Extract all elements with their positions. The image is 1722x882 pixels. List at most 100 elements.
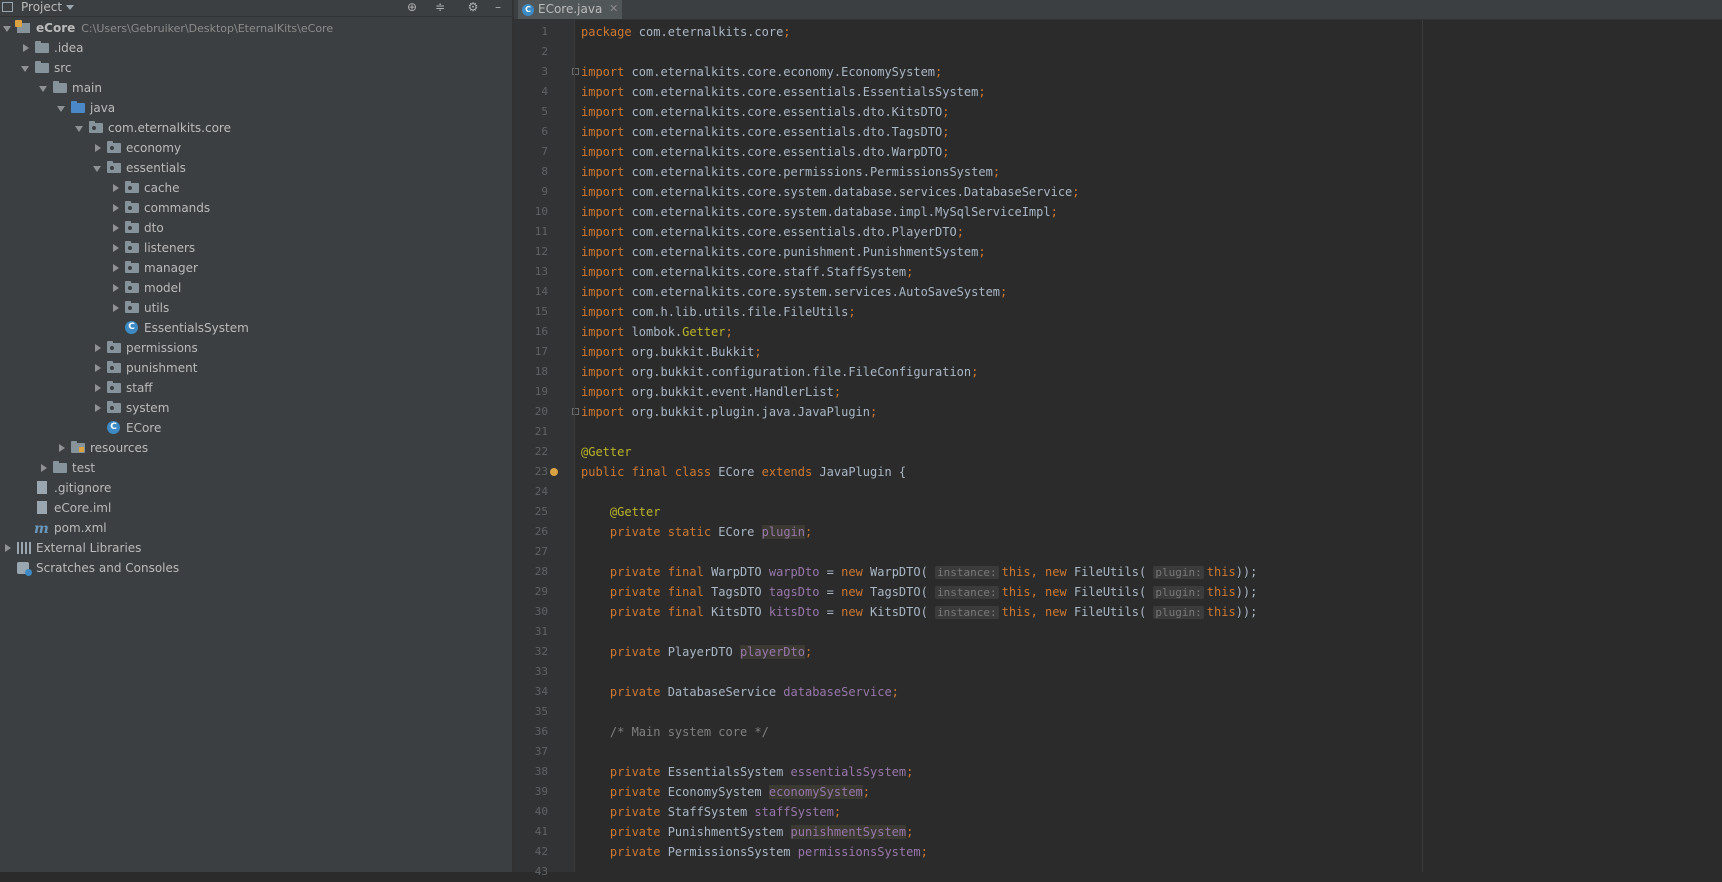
code-token: permissionsSystem (797, 845, 921, 859)
resources-folder-icon (70, 438, 86, 458)
tree-item-system[interactable]: system (90, 398, 169, 418)
tree-item-ecore-iml[interactable]: eCore.iml (18, 498, 111, 518)
tree-item-label: resources (90, 441, 149, 455)
tree-item-java[interactable]: java (54, 98, 115, 118)
collapsed-arrow-icon[interactable] (0, 538, 16, 558)
project-view-selector[interactable]: Project (21, 0, 62, 15)
expanded-arrow-icon[interactable] (0, 18, 16, 38)
tree-item-label: essentials (126, 161, 186, 175)
line-number: 29 (534, 585, 548, 598)
tree-item-essentialssystem[interactable]: C EssentialsSystem (108, 318, 249, 338)
tree-item-label: com.eternalkits.core (108, 121, 231, 135)
collapsed-arrow-icon[interactable] (108, 238, 124, 258)
code-token: new (841, 585, 871, 599)
tree-item-label: manager (144, 261, 198, 275)
tree-item-gitignore[interactable]: .gitignore (18, 478, 111, 498)
tree-item-ecore[interactable]: eCore C:\Users\Gebruiker\Desktop\EternalK… (0, 18, 333, 38)
tree-item-listeners[interactable]: listeners (108, 238, 195, 258)
expanded-arrow-icon[interactable] (90, 158, 106, 178)
tree-item-com-eternalkits-core[interactable]: com.eternalkits.core (72, 118, 231, 138)
collapsed-arrow-icon[interactable] (108, 198, 124, 218)
tree-item-label: cache (144, 181, 180, 195)
expanded-arrow-icon[interactable] (18, 58, 34, 78)
tree-item-test[interactable]: test (36, 458, 95, 478)
tree-item-label: .gitignore (54, 481, 112, 495)
code-token: private (609, 765, 668, 779)
collapsed-arrow-icon[interactable] (108, 258, 124, 278)
line-number: 7 (541, 145, 548, 158)
bean-marker-icon[interactable] (550, 468, 558, 476)
line-number: 18 (534, 365, 548, 378)
tree-item-model[interactable]: model (108, 278, 181, 298)
chevron-down-icon[interactable] (66, 5, 74, 10)
close-icon[interactable]: ✕ (609, 0, 618, 18)
tree-item-economy[interactable]: economy (90, 138, 181, 158)
code-token: import (581, 385, 632, 399)
collapsed-arrow-icon[interactable] (108, 178, 124, 198)
editor-gutter[interactable]: 1 2 3 4 5 6 7 8 9 10 11 12 13 14 15 16 17 18 19 20 21 22 23 24 2… (514, 20, 579, 878)
tree-item-resources[interactable]: resources (54, 438, 148, 458)
collapsed-arrow-icon[interactable] (90, 338, 106, 358)
code-token: tagsDto (768, 585, 820, 599)
code-line: private final WarpDTO warpDto = new Warp… (581, 562, 1257, 582)
expanded-arrow-icon[interactable] (36, 78, 52, 98)
line-number: 38 (534, 765, 548, 778)
collapsed-arrow-icon[interactable] (18, 38, 34, 58)
expanded-arrow-icon[interactable] (54, 98, 70, 118)
expanded-arrow-icon[interactable] (72, 118, 88, 138)
tree-item-manager[interactable]: manager (108, 258, 198, 278)
collapsed-arrow-icon[interactable] (36, 458, 52, 478)
file-icon (34, 498, 50, 518)
tree-item-dto[interactable]: dto (108, 218, 164, 238)
package-icon (124, 298, 140, 318)
collapsed-arrow-icon[interactable] (54, 438, 70, 458)
code-line: private PermissionsSystem permissionsSys… (581, 842, 928, 862)
locate-icon[interactable]: ⊕ (404, 0, 420, 16)
tab-ecore-java[interactable]: C ECore.java ✕ (518, 0, 623, 19)
code-token: JavaPlugin { (819, 465, 907, 479)
tree-item-pom-xml[interactable]: m pom.xml (18, 518, 107, 538)
folder-icon (52, 458, 68, 478)
line-number: 16 (534, 325, 548, 338)
collapsed-arrow-icon[interactable] (108, 218, 124, 238)
collapsed-arrow-icon[interactable] (90, 398, 106, 418)
collapsed-arrow-icon[interactable] (90, 378, 106, 398)
code-line: package com.eternalkits.core; (581, 22, 791, 42)
code-line: import com.eternalkits.core.system.datab… (581, 182, 1080, 202)
tree-item-label: main (72, 81, 102, 95)
tree-item-utils[interactable]: utils (108, 298, 169, 318)
code-token: staffSystem (754, 805, 834, 819)
code-token: lombok. (631, 325, 683, 339)
tree-item-main[interactable]: main (36, 78, 102, 98)
collapsed-arrow-icon[interactable] (90, 358, 106, 378)
code-line: import com.h.lib.utils.file.FileUtils; (581, 302, 856, 322)
collapsed-arrow-icon[interactable] (108, 278, 124, 298)
java-class-icon: C (522, 3, 534, 16)
tree-item-external-libraries[interactable]: External Libraries (0, 538, 141, 558)
tree-item-punishment[interactable]: punishment (90, 358, 197, 378)
tree-item-idea[interactable]: .idea (18, 38, 84, 58)
tree-item-label: utils (144, 301, 170, 315)
tree-item-src[interactable]: src (18, 58, 72, 78)
tree-item-permissions[interactable]: permissions (90, 338, 198, 358)
collapsed-arrow-icon[interactable] (108, 298, 124, 318)
tree-item-ecore[interactable]: C ECore (90, 418, 161, 438)
tree-item-cache[interactable]: cache (108, 178, 180, 198)
project-tool-window: Project ⊕ ≑ ⚙ – eCore C:\Users\Gebruiker\… (0, 0, 512, 872)
collapse-all-icon[interactable]: ≑ (432, 0, 448, 16)
gear-icon[interactable]: ⚙ (465, 0, 481, 16)
tree-item-staff[interactable]: staff (90, 378, 153, 398)
tree-item-essentials[interactable]: essentials (90, 158, 186, 178)
hide-icon[interactable]: – (490, 0, 506, 16)
line-number: 5 (541, 105, 548, 118)
tree-item-commands[interactable]: commands (108, 198, 210, 218)
code-editor: C ECore.java ✕ 1 2 3 4 5 6 7 8 9 10 11 12 13 14 15 16 17 1… (514, 0, 1722, 878)
collapsed-arrow-icon[interactable] (90, 138, 106, 158)
code-token: com.eternalkits.core.punishment.Punishme… (631, 245, 979, 259)
tree-item-scratches-and-consoles[interactable]: Scratches and Consoles (0, 558, 179, 578)
line-number: 10 (534, 205, 548, 218)
java-class-icon: C (106, 418, 122, 438)
